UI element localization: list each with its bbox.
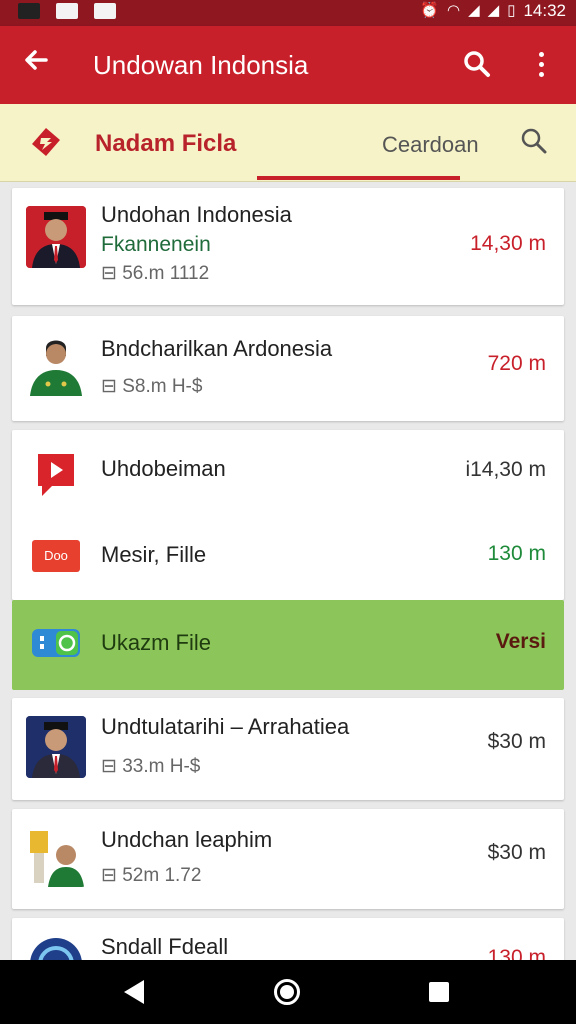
video-play-icon xyxy=(34,450,78,503)
list-item[interactable]: Undohan Indonesia Fkannenein ⊟ 56.m 1112… xyxy=(12,188,564,305)
list-item[interactable]: Bndcharilkan Ardonesia ⊟ S8.m H-$ 720 m xyxy=(12,316,564,421)
list-item[interactable]: Undtulatarihi – Arrahatiea ⊟ 33.m H-$ $3… xyxy=(12,698,564,800)
avatar xyxy=(26,334,86,396)
video-file-icon: Doo xyxy=(32,540,80,572)
nav-back-icon[interactable] xyxy=(124,980,144,1004)
item-meta: ⊟ 52m 1.72 xyxy=(101,865,202,886)
item-name: Bndcharilkan Ardonesia xyxy=(101,336,333,361)
signal-icon: ◢ xyxy=(468,2,480,19)
notification-icon xyxy=(18,3,40,19)
item-name[interactable]: Uhdobeiman xyxy=(101,454,226,484)
item-size: $30 m xyxy=(487,730,546,753)
wifi-icon: ◠ xyxy=(447,2,461,19)
list-group: Uhdobeiman i14,30 m Doo Mesir, Fille 130… xyxy=(12,430,564,600)
list-item-selected[interactable]: Ukazm File Versi xyxy=(12,600,564,690)
brand-logo-icon xyxy=(30,126,62,163)
back-arrow-icon[interactable] xyxy=(22,46,50,83)
app-bar: Undowan Indonsia xyxy=(0,26,576,104)
system-nav-bar xyxy=(0,960,576,1024)
item-name[interactable]: Mesir, Fille xyxy=(101,540,206,570)
item-size: i14,30 m xyxy=(465,458,546,481)
item-name: Undchan leaphim xyxy=(101,827,273,852)
item-subtitle: Fkannenein xyxy=(101,233,211,256)
item-size: $30 m xyxy=(487,841,546,864)
alarm-icon: ⏰ xyxy=(420,2,439,19)
list-item[interactable]: Undchan leaphim ⊟ 52m 1.72 $30 m xyxy=(12,809,564,909)
item-meta: ⊟ 56.m 1112 xyxy=(101,263,210,284)
tab-ceardoan[interactable]: Ceardoan xyxy=(382,130,479,160)
item-size: 130 m xyxy=(487,542,546,565)
item-size: 720 m xyxy=(487,352,546,375)
signal-icon-2: ◢ xyxy=(487,2,500,19)
item-name: Undohan Indonesia xyxy=(101,202,292,227)
tab-indicator xyxy=(257,176,460,180)
battery-icon: ▯ xyxy=(507,2,516,19)
avatar xyxy=(26,825,86,887)
item-name: Ukazm File xyxy=(101,630,212,655)
item-meta: ⊟ 33.m H-$ xyxy=(101,756,201,777)
nav-home-icon[interactable] xyxy=(274,979,300,1005)
sub-search-icon[interactable] xyxy=(520,126,548,156)
nav-recents-icon[interactable] xyxy=(429,982,449,1002)
item-name: Sndall Fdeall xyxy=(101,934,229,959)
overflow-menu-icon[interactable] xyxy=(532,52,550,80)
avatar xyxy=(26,206,86,268)
status-bar: ⏰ ◠ ◢ ◢ ▯ 14:32 xyxy=(0,0,576,26)
avatar xyxy=(26,716,86,778)
sub-bar: Nadam Ficla Ceardoan xyxy=(0,104,576,182)
item-size: 14,30 m xyxy=(470,232,546,255)
item-meta: ⊟ S8.m H-$ xyxy=(101,376,203,397)
file-toggle-icon xyxy=(32,627,80,659)
mail-icon xyxy=(56,3,78,19)
item-version[interactable]: Versi xyxy=(496,628,546,656)
item-name: Undtulatarihi – Arrahatiea xyxy=(101,714,350,739)
status-time: 14:32 xyxy=(523,1,566,20)
calendar-icon xyxy=(94,3,116,19)
search-icon[interactable] xyxy=(462,48,492,80)
app-title: Undowan Indonsia xyxy=(93,50,309,80)
sub-title[interactable]: Nadam Ficla xyxy=(95,128,236,160)
